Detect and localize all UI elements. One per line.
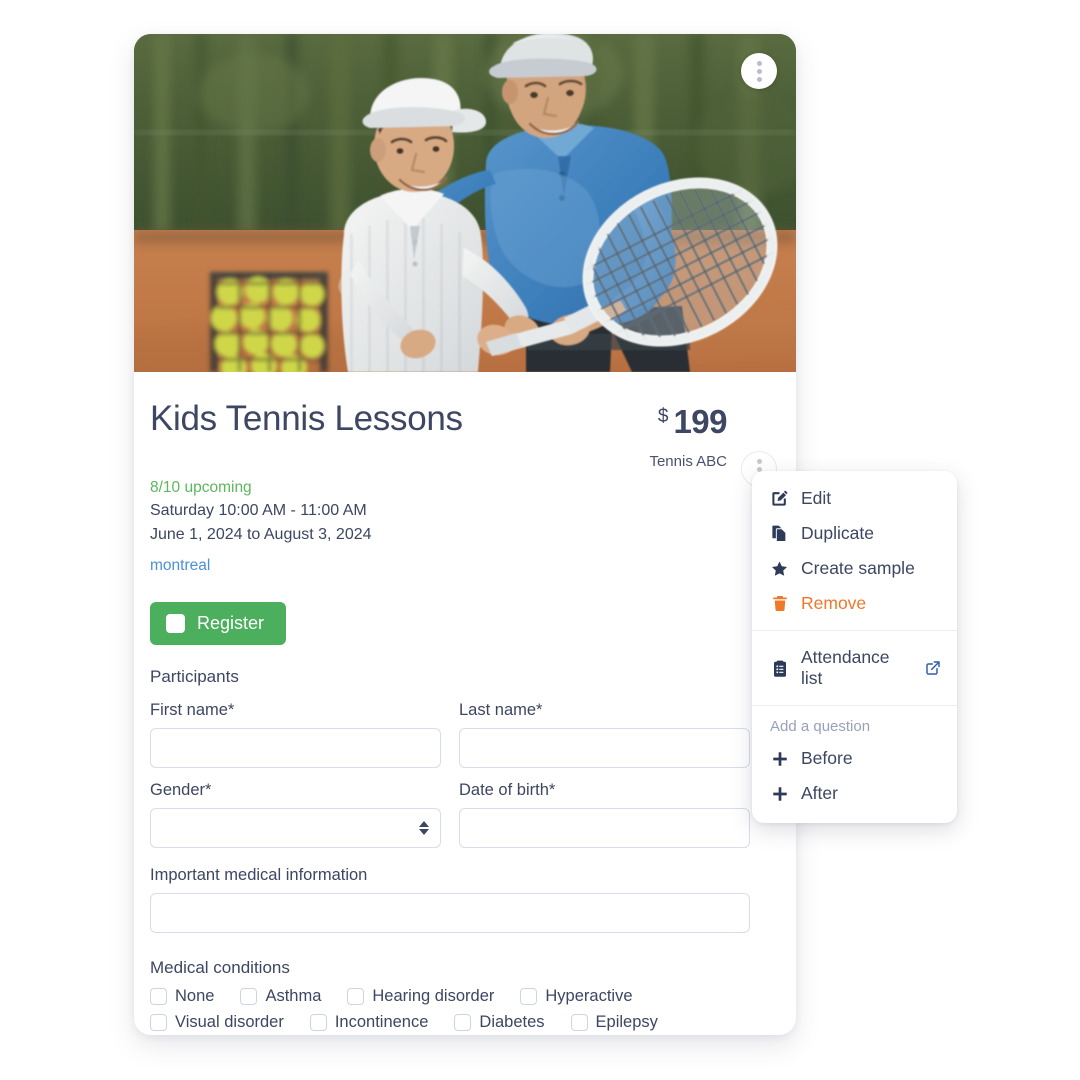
condition-visual-disorder[interactable]: Visual disorder — [150, 1013, 284, 1032]
activity-card: Kids Tennis Lessons $ 199 Tennis ABC 8/1… — [134, 34, 796, 1035]
condition-label: Visual disorder — [175, 1012, 284, 1031]
menu-item-label: After — [801, 783, 838, 803]
kebab-dot — [756, 458, 762, 464]
trash-icon — [770, 594, 789, 613]
card-body: Kids Tennis Lessons $ 199 Tennis ABC 8/1… — [134, 372, 796, 1039]
external-link-icon — [925, 660, 941, 676]
price: $ 199 — [649, 401, 728, 440]
menu-item-duplicate[interactable]: Duplicate — [752, 516, 957, 551]
kebab-dot — [756, 76, 762, 82]
condition-hearing-disorder[interactable]: Hearing disorder — [347, 987, 494, 1006]
condition-epilepsy[interactable]: Epilepsy — [570, 1012, 658, 1032]
menu-item-add-after[interactable]: After — [752, 776, 957, 811]
medical-info-field: Important medical information — [150, 866, 750, 933]
menu-divider — [752, 630, 957, 631]
condition-label: Asthma — [265, 986, 322, 1005]
condition-incontinence[interactable]: Incontinence — [309, 1012, 429, 1032]
checkbox-icon[interactable] — [150, 1013, 167, 1031]
participants-label: Participants — [150, 666, 239, 686]
menu-item-edit[interactable]: Edit — [752, 481, 957, 516]
condition-label: Hearing disorder — [372, 986, 495, 1005]
checkbox-icon[interactable] — [347, 987, 365, 1005]
upcoming-count: 8/10 upcoming — [150, 479, 252, 496]
checkbox-icon[interactable] — [150, 987, 167, 1005]
condition-label: Incontinence — [334, 1012, 429, 1031]
checkbox-icon[interactable] — [454, 1013, 472, 1031]
menu-item-remove[interactable]: Remove — [752, 586, 957, 621]
condition-none[interactable]: None — [150, 987, 214, 1006]
gender-field: Gender* — [150, 781, 441, 848]
organization-name: Tennis ABC — [649, 453, 727, 470]
first-name-label: First name* — [150, 700, 235, 719]
gender-label: Gender* — [150, 780, 212, 799]
medical-conditions-title: Medical conditions — [150, 957, 290, 977]
hero-kebab-menu-button[interactable] — [741, 53, 777, 89]
menu-item-label: Before — [801, 748, 853, 768]
dob-label: Date of birth* — [459, 780, 556, 799]
condition-hyperactive[interactable]: Hyperactive — [520, 986, 633, 1006]
last-name-input[interactable] — [459, 727, 750, 768]
activity-title: Kids Tennis Lessons — [150, 399, 463, 438]
checkbox-icon — [166, 613, 185, 633]
currency-symbol: $ — [657, 406, 669, 427]
medical-conditions-row-1: None Asthma Hearing disorder Hyperactive — [150, 987, 796, 1006]
menu-divider — [752, 705, 957, 706]
checkbox-icon[interactable] — [240, 987, 258, 1005]
first-name-input[interactable] — [150, 727, 441, 768]
condition-label: Epilepsy — [595, 1012, 658, 1031]
schedule-time: Saturday 10:00 AM - 11:00 AM — [150, 502, 367, 520]
title-price-row: Kids Tennis Lessons $ 199 Tennis ABC — [134, 372, 796, 470]
edit-pencil-icon — [770, 489, 789, 508]
add-question-label: Add a question — [770, 718, 871, 735]
first-name-field: First name* — [150, 701, 441, 768]
page-root: Kids Tennis Lessons $ 199 Tennis ABC 8/1… — [0, 0, 1080, 1080]
location-link[interactable]: montreal — [150, 554, 796, 577]
condition-label: Diabetes — [479, 1012, 545, 1031]
gender-select[interactable] — [150, 807, 441, 848]
condition-diabetes[interactable]: Diabetes — [454, 1012, 545, 1032]
star-icon — [770, 559, 789, 578]
checkbox-icon[interactable] — [570, 1013, 588, 1031]
participant-form: First name* Last name* Gender* Date of b… — [150, 701, 766, 861]
gender-select-wrap — [150, 807, 441, 848]
menu-item-label: Duplicate — [801, 523, 874, 543]
menu-item-label: Edit — [801, 488, 832, 508]
menu-item-label: Remove — [801, 593, 867, 613]
menu-item-add-before[interactable]: Before — [752, 741, 957, 776]
menu-item-create-sample[interactable]: Create sample — [752, 551, 957, 586]
condition-asthma[interactable]: Asthma — [240, 987, 321, 1006]
clipboard-icon — [770, 659, 789, 678]
menu-item-label: Attendance list — [801, 647, 890, 688]
register-button-label: Register — [197, 612, 265, 633]
medical-info-input[interactable] — [150, 892, 750, 933]
plus-icon — [770, 749, 789, 768]
medical-conditions: Medical conditions None Asthma Hearing d… — [150, 958, 796, 1032]
register-button[interactable]: Register — [150, 601, 287, 645]
condition-label: None — [175, 986, 215, 1005]
activity-meta: 8/10 upcoming Saturday 10:00 AM - 11:00 … — [134, 470, 796, 578]
menu-item-label: Create sample — [801, 558, 915, 578]
copy-icon — [770, 524, 789, 543]
last-name-label: Last name* — [459, 700, 543, 719]
medical-info-label: Important medical information — [150, 865, 368, 884]
checkbox-icon[interactable] — [309, 1013, 327, 1031]
schedule-dates: June 1, 2024 to August 3, 2024 — [150, 525, 372, 543]
plus-icon — [770, 784, 789, 803]
condition-label: Hyperactive — [545, 986, 633, 1005]
hero-image — [134, 34, 796, 372]
last-name-field: Last name* — [459, 701, 750, 768]
menu-item-attendance-list[interactable]: Attendance list — [752, 640, 957, 696]
medical-conditions-row-2: Visual disorder Incontinence Diabetes Ep… — [150, 1013, 796, 1032]
context-menu: Edit Duplicate Create sample Remove Atte… — [752, 471, 957, 823]
dob-input[interactable] — [459, 807, 750, 848]
price-amount: 199 — [673, 403, 727, 440]
kebab-dot — [756, 60, 762, 66]
kebab-dot — [756, 68, 762, 74]
checkbox-icon[interactable] — [520, 987, 538, 1005]
dob-field: Date of birth* — [459, 781, 750, 848]
